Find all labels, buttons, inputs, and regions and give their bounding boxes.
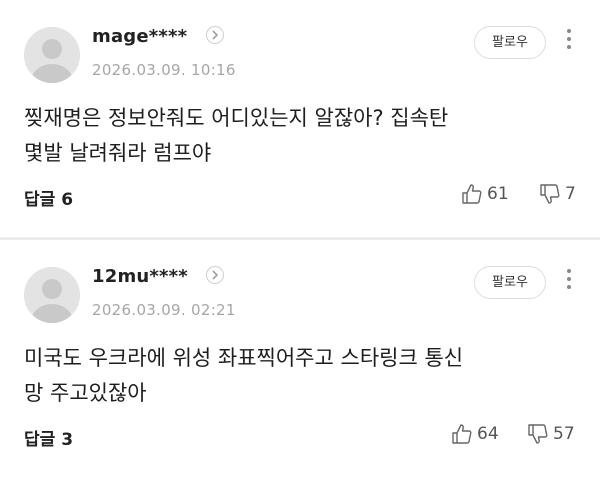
more-vertical-icon[interactable] [563,269,575,293]
thumbs-up-icon [452,424,472,444]
reply-button[interactable]: 답글 6 [24,185,73,210]
avatar[interactable] [24,267,80,323]
default-avatar-icon [24,27,80,83]
comment-text: 찢재명은 정보안줘도 어디있는지 알잖아? 집속탄 몇발 날려줘라 럼프야 [24,101,564,171]
comment-text-line: 망 주고있잖아 [24,381,147,405]
dislike-count: 57 [553,424,575,444]
follow-button[interactable]: 팔로우 [474,26,546,59]
more-vertical-icon[interactable] [563,29,575,53]
like-count: 61 [487,184,509,204]
comment-text-line: 몇발 날려줘라 럼프야 [24,141,212,165]
comment-text-line: 미국도 우크라에 위성 좌표찍어주고 스타링크 통신 [24,346,464,370]
comment-text-line: 찢재명은 정보안줘도 어디있는지 알잖아? 집속탄 [24,106,449,130]
comment-item: mage**** 2026.03.09. 10:16 팔로우 찢재명은 정보안줘… [0,0,600,237]
comment-username[interactable]: 12mu**** [92,266,188,287]
thumbs-down-icon [528,424,548,444]
follow-button[interactable]: 팔로우 [474,266,546,299]
chevron-right-icon[interactable] [206,26,224,44]
comment-item: 12mu**** 2026.03.09. 02:21 팔로우 미국도 우크라에 … [0,240,600,477]
comment-username[interactable]: mage**** [92,26,187,47]
thumbs-down-icon [540,184,560,204]
dislike-count: 7 [565,184,576,204]
avatar[interactable] [24,27,80,83]
reply-button[interactable]: 답글 3 [24,425,73,450]
default-avatar-icon [24,267,80,323]
like-count: 64 [477,424,499,444]
comment-date: 2026.03.09. 10:16 [92,61,236,79]
chevron-right-icon[interactable] [206,266,224,284]
thumbs-up-icon [462,184,482,204]
comment-text: 미국도 우크라에 위성 좌표찍어주고 스타링크 통신 망 주고있잖아 [24,341,564,411]
comment-date: 2026.03.09. 02:21 [92,301,236,319]
